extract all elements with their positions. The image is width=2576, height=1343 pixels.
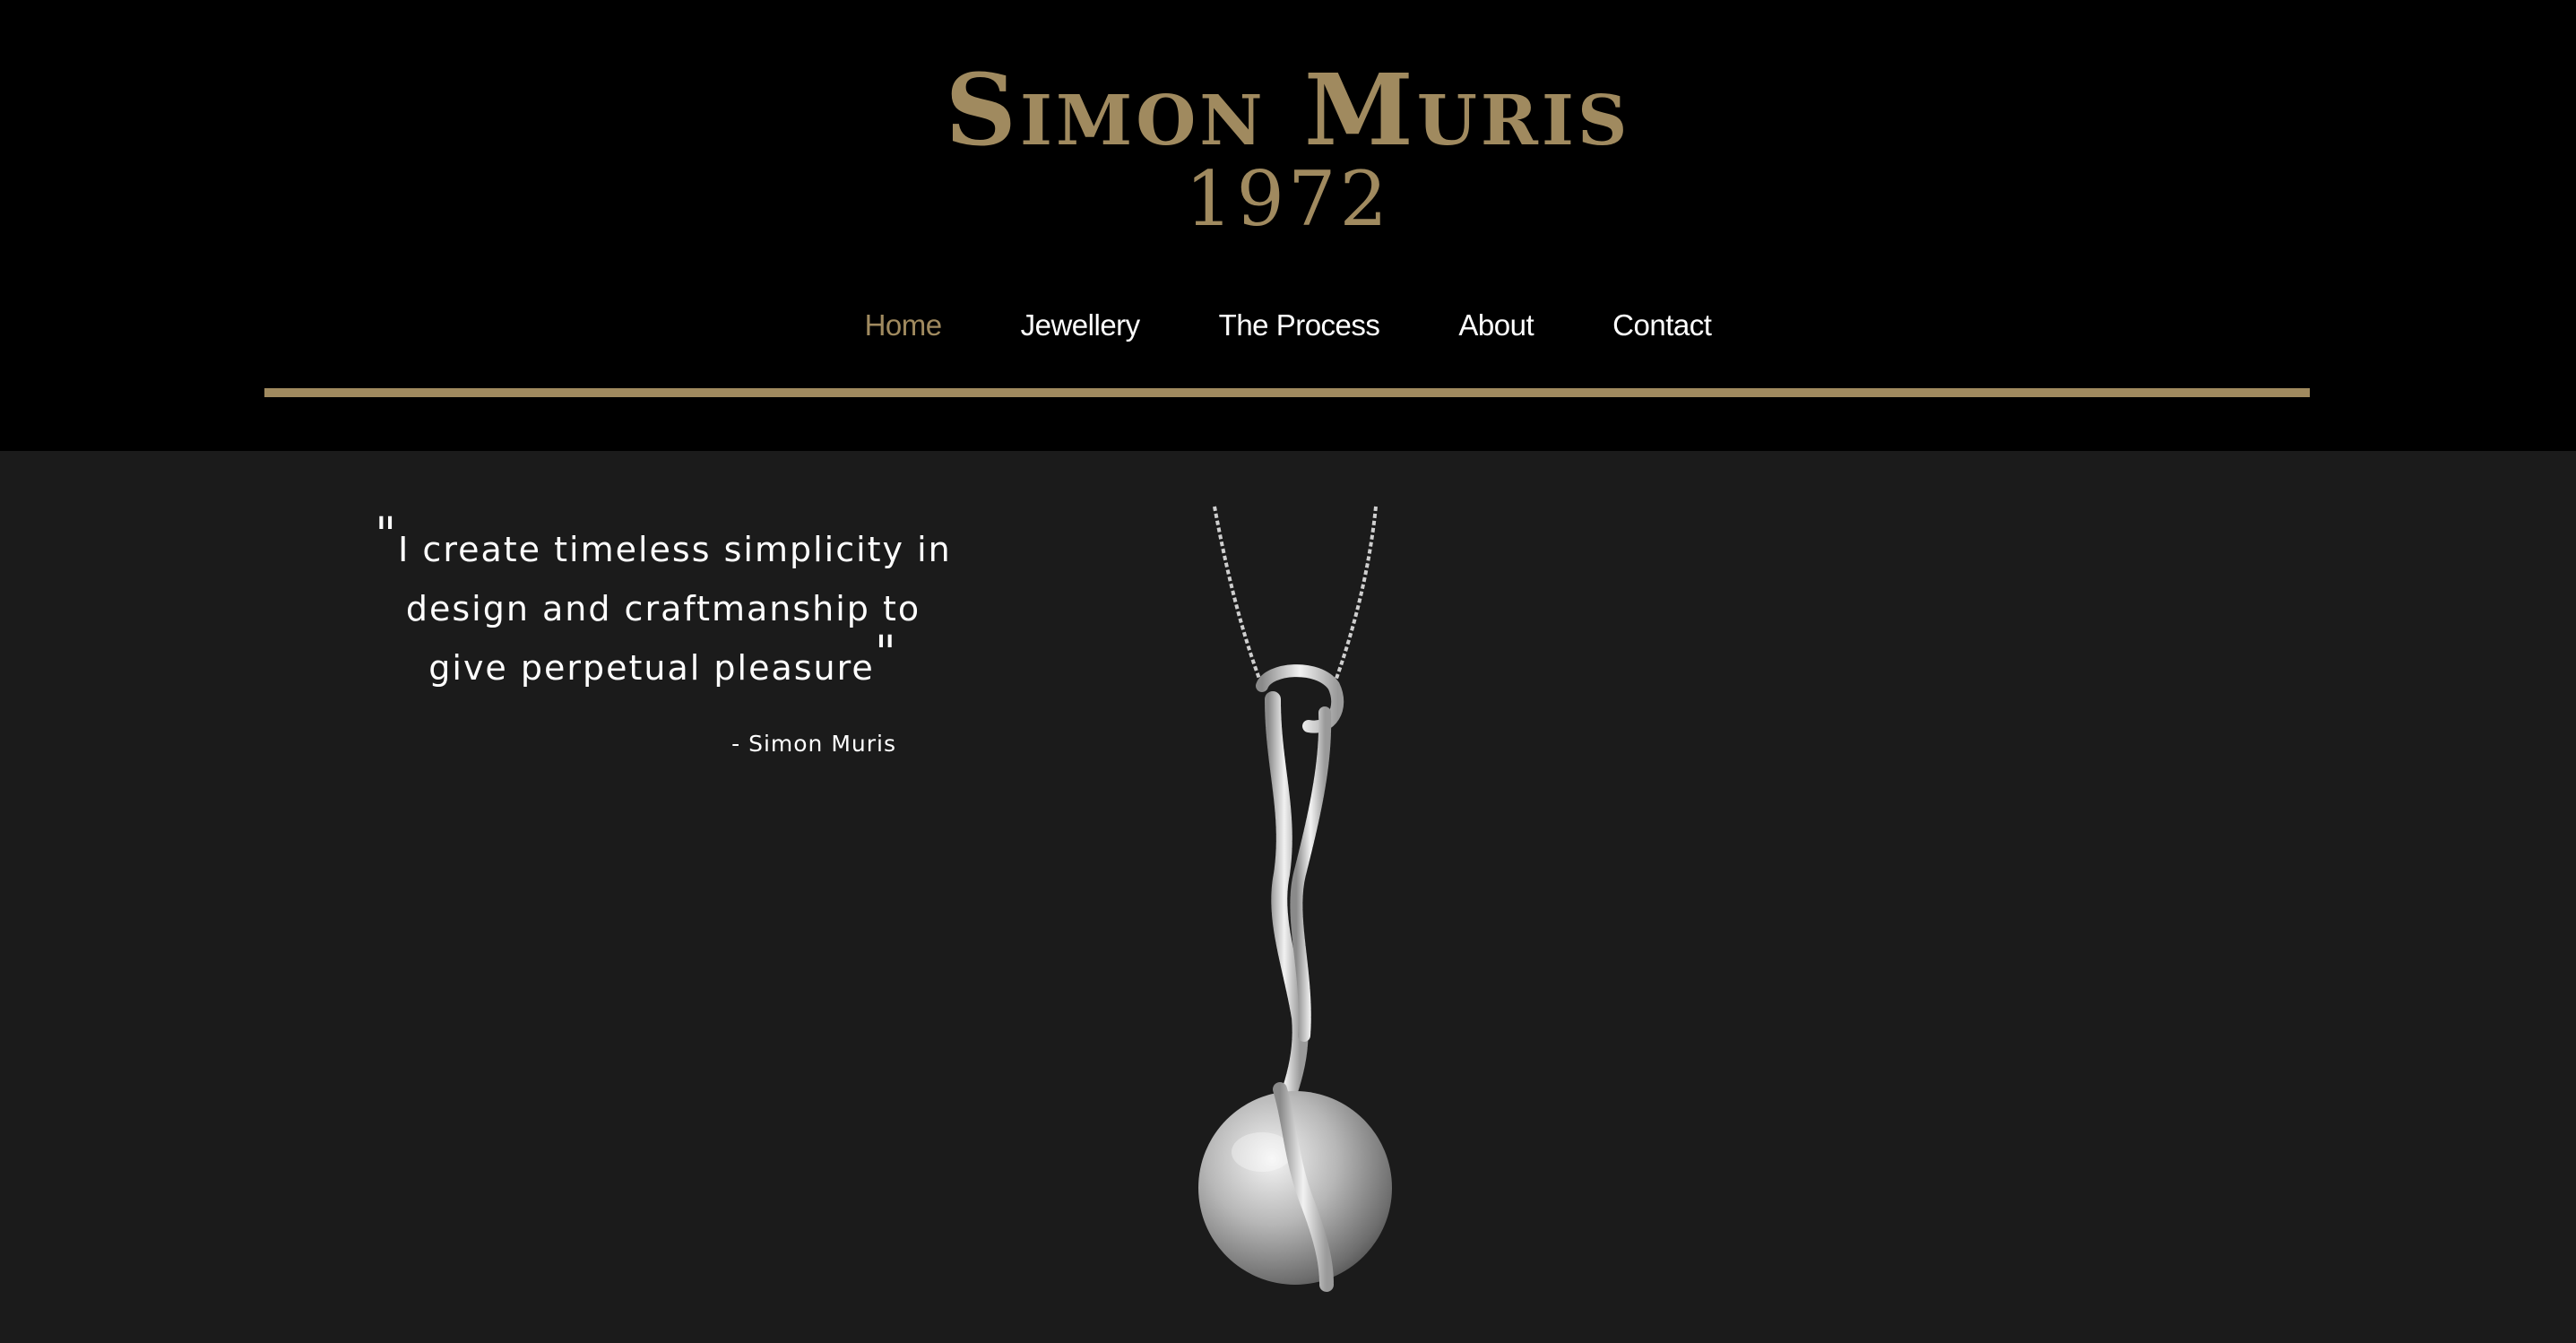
brand-name[interactable]: Simon Muris	[0, 52, 2576, 169]
nav-item-the-process[interactable]: The Process	[1219, 299, 1380, 352]
nav-item-jewellery[interactable]: Jewellery	[1021, 299, 1141, 352]
quote-line-3: give perpetual pleasure"	[428, 627, 898, 688]
pearl-pendant-icon	[1156, 498, 1434, 1300]
open-quote-mark: "	[375, 508, 399, 562]
brand-year: 1972	[1185, 155, 1391, 243]
quote-block: "I create timeless simplicity in design …	[372, 508, 955, 697]
nav-item-contact[interactable]: Contact	[1612, 299, 1712, 352]
close-quote-mark: "	[874, 627, 898, 680]
header-divider	[264, 388, 2310, 397]
site-header: Simon Muris 1972 Home Jewellery The Proces…	[0, 0, 2576, 451]
nav-item-about[interactable]: About	[1458, 299, 1534, 352]
quote-line-1: "I create timeless simplicity in	[375, 508, 952, 569]
nav-item-home[interactable]: Home	[865, 299, 943, 352]
quote-line-2: design and craftmanship to	[405, 589, 921, 628]
quote-attribution: - Simon Muris	[731, 731, 896, 757]
main-nav: Home Jewellery The Process About Contact	[0, 299, 2576, 352]
